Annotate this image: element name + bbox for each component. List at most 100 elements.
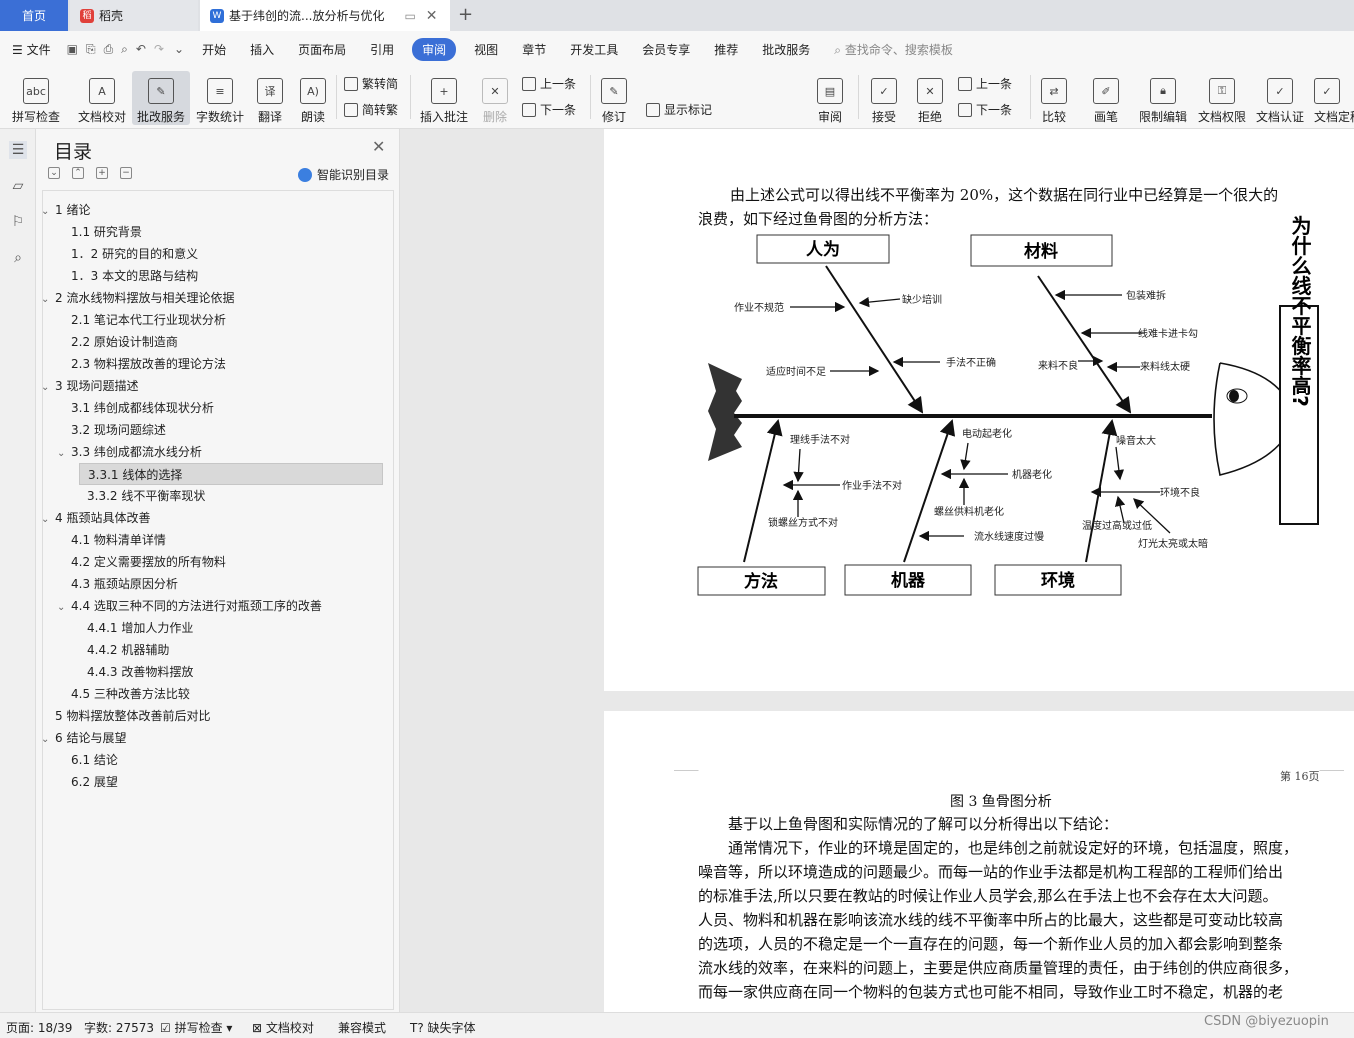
prev-comment-button[interactable]: 上一条 xyxy=(522,75,576,92)
toc-item[interactable]: 1.1 研究背景 xyxy=(71,221,142,243)
chevron-down-icon[interactable]: ⌄ xyxy=(41,289,55,311)
revise-button[interactable]: ✎ 修订 xyxy=(596,71,632,125)
toc-item[interactable]: 3.3.1 线体的选择 xyxy=(79,463,383,485)
file-menu[interactable]: ☰ 文件 xyxy=(0,41,63,58)
doc-auth-button[interactable]: ✓ 文档认证 xyxy=(1254,71,1306,125)
status-spell-check[interactable]: ☑ 拼写检查 ▾ xyxy=(160,1019,232,1036)
outline-icon[interactable]: ☰ xyxy=(9,141,27,159)
tab-daoke[interactable]: 稻稻壳 xyxy=(70,0,198,31)
review-pane-button[interactable]: ▤ 审阅 xyxy=(812,71,848,125)
accept-button[interactable]: ✓ 接受 xyxy=(866,71,902,125)
close-icon[interactable]: ✕ xyxy=(372,137,385,156)
toc-item[interactable]: 4.3 瓶颈站原因分析 xyxy=(71,573,178,595)
insert-comment-button[interactable]: + 插入批注 xyxy=(418,71,470,125)
menu-chapter[interactable]: 章节 xyxy=(510,41,558,58)
next-change-button[interactable]: 下一条 xyxy=(958,101,1012,118)
chevron-down-icon[interactable]: ⌄ xyxy=(41,729,55,751)
toc-item[interactable]: 4.2 定义需要摆放的所有物料 xyxy=(71,551,226,573)
menu-layout[interactable]: 页面布局 xyxy=(286,41,358,58)
chevron-down-icon[interactable]: ⌄ xyxy=(41,201,55,223)
chevron-down-icon[interactable]: ⌄ xyxy=(41,377,55,399)
toc-item[interactable]: 2.2 原始设计制造商 xyxy=(71,331,178,353)
toc-item[interactable]: ⌄ 1 绪论 xyxy=(41,199,90,221)
toc-item[interactable]: 2.3 物料摆放改善的理论方法 xyxy=(71,353,226,375)
chevron-down-icon[interactable]: ⌄ xyxy=(168,42,190,56)
toc-item[interactable]: ⌄ 4.4 选取三种不同的方法进行对瓶颈工序的改善 xyxy=(57,595,322,617)
toc-item[interactable]: 4.1 物料清单详情 xyxy=(71,529,166,551)
menu-recommend[interactable]: 推荐 xyxy=(702,41,750,58)
compat-mode[interactable]: 兼容模式 xyxy=(338,1019,386,1036)
toc-item[interactable]: 4.4.3 改善物料摆放 xyxy=(87,661,193,683)
close-tab-icon[interactable]: ✕ xyxy=(426,8,438,24)
window-icon[interactable]: ▭ xyxy=(404,9,415,23)
menu-reference[interactable]: 引用 xyxy=(358,41,406,58)
command-search[interactable]: ⌕ 查找命令、搜索模板 xyxy=(822,41,965,58)
toc-item[interactable]: 3.2 现场问题综述 xyxy=(71,419,166,441)
reject-button[interactable]: ✕ 拒绝 xyxy=(912,71,948,125)
missing-font[interactable]: T? 缺失字体 xyxy=(410,1019,476,1036)
read-aloud-button[interactable]: A) 朗读 xyxy=(296,71,330,125)
bookmark-icon[interactable]: ⚐ xyxy=(9,213,27,231)
toc-item[interactable]: 1．3 本文的思路与结构 xyxy=(71,265,198,287)
menu-review[interactable]: 审阅 xyxy=(412,37,457,61)
menu-insert[interactable]: 插入 xyxy=(238,41,286,58)
menu-member[interactable]: 会员专享 xyxy=(630,41,702,58)
toc-item[interactable]: 3.1 纬创成都线体现状分析 xyxy=(71,397,214,419)
word-count-indicator[interactable]: 字数: 27573 xyxy=(84,1019,154,1036)
delete-comment-button[interactable]: ✕ 删除 xyxy=(478,71,512,125)
toc-item[interactable]: 6.2 展望 xyxy=(71,771,118,793)
toc-item[interactable]: ⌄ 6 结论与展望 xyxy=(41,727,126,749)
chapter-icon[interactable]: ▱ xyxy=(9,177,27,195)
chevron-down-icon[interactable]: ⌄ xyxy=(41,509,55,531)
correction-service-button[interactable]: ✎ 批改服务 xyxy=(132,71,190,125)
new-tab-icon[interactable]: + xyxy=(458,4,473,25)
redo-icon[interactable]: ↷ xyxy=(150,42,168,56)
toc-item[interactable]: 4.4.1 增加人力作业 xyxy=(87,617,193,639)
compare-button[interactable]: ⇄ 比较 xyxy=(1036,71,1072,125)
toc-item[interactable]: ⌄ 4 瓶颈站具体改善 xyxy=(41,507,150,529)
menu-view[interactable]: 视图 xyxy=(462,41,510,58)
toc-item[interactable]: 5 物料摆放整体改善前后对比 xyxy=(55,705,210,727)
toc-item[interactable]: 2.1 笔记本代工行业现状分析 xyxy=(71,309,226,331)
menu-devtools[interactable]: 开发工具 xyxy=(558,41,630,58)
search-icon[interactable]: ⌕ xyxy=(9,249,27,267)
toc-item[interactable]: ⌄ 3 现场问题描述 xyxy=(41,375,138,397)
tab-document[interactable]: W 基于纬创的流...放分析与优化 ▭ ✕ xyxy=(200,0,450,31)
menu-correction[interactable]: 批改服务 xyxy=(750,41,822,58)
print-icon[interactable]: ⎙ xyxy=(100,42,118,57)
toc-item[interactable]: ⌄ 3.3 纬创成都流水线分析 xyxy=(57,441,202,463)
smart-toc-button[interactable]: 智能识别目录 xyxy=(298,166,389,183)
s2t-button[interactable]: 简转繁 xyxy=(344,101,398,118)
tab-home[interactable]: 首页 xyxy=(0,0,68,31)
export-icon[interactable]: ⎘ xyxy=(82,42,100,57)
expand-all-icon[interactable]: ⌃ xyxy=(72,167,84,179)
menu-start[interactable]: 开始 xyxy=(190,41,238,58)
next-comment-button[interactable]: 下一条 xyxy=(522,101,576,118)
toc-item[interactable]: 4.4.2 机器辅助 xyxy=(87,639,169,661)
toc-item[interactable]: 6.1 结论 xyxy=(71,749,118,771)
doc-proof-button[interactable]: A 文档校对 xyxy=(76,71,128,125)
add-heading-icon[interactable]: + xyxy=(96,167,108,179)
preview-icon[interactable]: ⌕ xyxy=(117,42,132,57)
remove-heading-icon[interactable]: − xyxy=(120,167,132,179)
status-doc-proof[interactable]: ⊠ 文档校对 xyxy=(252,1019,314,1036)
undo-icon[interactable]: ↶ xyxy=(132,42,150,56)
toc-item[interactable]: 3.3.2 线不平衡率现状 xyxy=(87,485,205,507)
show-marks-button[interactable]: 显示标记 xyxy=(646,101,712,118)
pen-button[interactable]: ✐ 画笔 xyxy=(1090,71,1122,125)
restrict-edit-button[interactable]: 🔒︎ 限制编辑 xyxy=(1136,71,1190,125)
prev-change-button[interactable]: 上一条 xyxy=(958,75,1012,92)
toc-item[interactable]: 4.5 三种改善方法比较 xyxy=(71,683,190,705)
translate-button[interactable]: 译翻译 xyxy=(252,71,288,125)
toc-item[interactable]: ⌄ 2 流水线物料摆放与相关理论依据 xyxy=(41,287,234,309)
chevron-down-icon[interactable]: ⌄ xyxy=(57,597,71,619)
toc-item[interactable]: 1．2 研究的目的和意义 xyxy=(71,243,198,265)
word-count-button[interactable]: ≡ 字数统计 xyxy=(194,71,246,125)
chevron-down-icon[interactable]: ⌄ xyxy=(57,443,71,465)
t2s-button[interactable]: 繁转简 xyxy=(344,75,398,92)
spell-check-button[interactable]: abc 拼写检查 xyxy=(6,71,66,125)
page-indicator[interactable]: 页面: 18/39 xyxy=(6,1019,72,1036)
doc-rights-button[interactable]: ⚿ 文档权限 xyxy=(1196,71,1248,125)
collapse-all-icon[interactable]: ⌄ xyxy=(48,167,60,179)
save-icon[interactable]: ▣ xyxy=(63,42,82,56)
